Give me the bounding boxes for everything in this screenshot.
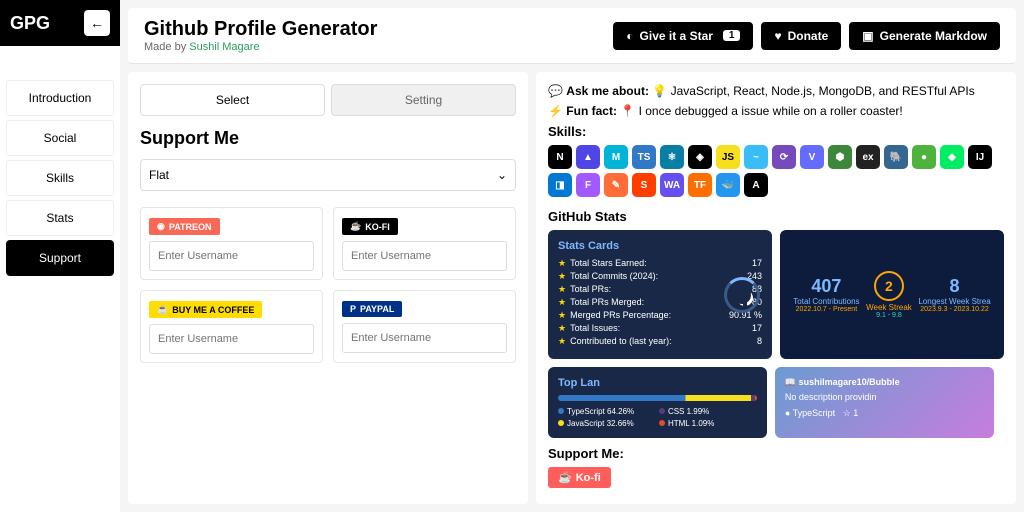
bmc-input[interactable] bbox=[149, 324, 314, 354]
skill-icon: ex bbox=[856, 145, 880, 169]
lang-item: JavaScript 32.66% bbox=[558, 419, 656, 428]
skill-icon: ⟳ bbox=[772, 145, 796, 169]
skill-icon: A bbox=[744, 173, 768, 197]
skill-icon: M bbox=[604, 145, 628, 169]
paypal-input[interactable] bbox=[342, 323, 507, 353]
skill-icon: TS bbox=[632, 145, 656, 169]
skill-icon: V bbox=[800, 145, 824, 169]
skill-icon: ▲ bbox=[576, 145, 600, 169]
repo-card: 📖 sushilmagare10/Bubble No description p… bbox=[775, 367, 994, 438]
top-languages-card: Top Lan TypeScript 64.26%CSS 1.99%JavaSc… bbox=[548, 367, 767, 438]
paypal-badge: P PAYPAL bbox=[342, 301, 402, 317]
kofi-input[interactable] bbox=[342, 241, 507, 271]
skill-icon: ⚛ bbox=[660, 145, 684, 169]
chevron-down-icon: ⌄ bbox=[497, 168, 507, 182]
skill-icon: ◈ bbox=[688, 145, 712, 169]
skill-icon: TF bbox=[688, 173, 712, 197]
star-button[interactable]: ◐ Give it a Star 1 bbox=[613, 22, 753, 50]
skill-icon: ~ bbox=[744, 145, 768, 169]
header: Github Profile Generator Made by Sushil … bbox=[128, 8, 1016, 64]
lang-item: HTML 1.09% bbox=[659, 419, 757, 428]
heart-icon: ♥ bbox=[774, 29, 781, 43]
skill-icon: IJ bbox=[968, 145, 992, 169]
bmc-badge: ☕ BUY ME A COFFEE bbox=[149, 301, 262, 318]
skill-icon: 🐳 bbox=[716, 173, 740, 197]
github-icon: ◐ bbox=[626, 29, 633, 43]
page-subtitle: Made by Sushil Magare bbox=[144, 41, 377, 53]
markdown-icon: ▣ bbox=[862, 29, 873, 43]
github-icon bbox=[737, 290, 753, 306]
skills-grid: N▲MTS⚛◈JS~⟳V⬢ex🐘●◆IJ ◨F✎SWATF🐳A bbox=[548, 145, 1004, 197]
patreon-input[interactable] bbox=[149, 241, 314, 271]
nav-list: Introduction Social Skills Stats Support bbox=[0, 46, 120, 280]
kofi-preview-badge: ☕ Ko-fi bbox=[548, 467, 611, 488]
generate-markdown-button[interactable]: ▣ Generate Markdow bbox=[849, 22, 1000, 50]
paypal-card: P PAYPAL bbox=[333, 290, 516, 363]
stat-line: ★Total Stars Earned:17 bbox=[558, 258, 762, 269]
lang-item: TypeScript 64.26% bbox=[558, 407, 656, 416]
github-stats-heading: GitHub Stats bbox=[548, 209, 1004, 224]
skill-icon: ◆ bbox=[940, 145, 964, 169]
patreon-badge: ◉ PATREON bbox=[149, 218, 220, 235]
skill-icon: S bbox=[632, 173, 656, 197]
skill-icon: ✎ bbox=[604, 173, 628, 197]
tab-select[interactable]: Select bbox=[140, 84, 325, 116]
donate-button[interactable]: ♥ Donate bbox=[761, 22, 841, 50]
streak-card: 407 Total Contributions 2022.10.7 - Pres… bbox=[780, 230, 1004, 359]
tab-setting[interactable]: Setting bbox=[331, 84, 516, 116]
ask-line: 💬 Ask me about: 💡 JavaScript, React, Nod… bbox=[548, 84, 1004, 98]
form-panel: Select Setting Support Me Flat ⌄ ◉ PATRE… bbox=[128, 72, 528, 504]
sidebar-item-skills[interactable]: Skills bbox=[6, 160, 114, 196]
skill-icon: ⬢ bbox=[828, 145, 852, 169]
star-count: 1 bbox=[723, 30, 741, 41]
lang-item: CSS 1.99% bbox=[659, 407, 757, 416]
skills-heading: Skills: bbox=[548, 124, 1004, 139]
kofi-badge: ☕ KO-FI bbox=[342, 218, 398, 235]
preview-panel: 💬 Ask me about: 💡 JavaScript, React, Nod… bbox=[536, 72, 1016, 504]
skill-icon: ● bbox=[912, 145, 936, 169]
patreon-card: ◉ PATREON bbox=[140, 207, 323, 280]
form-section-title: Support Me bbox=[140, 128, 516, 149]
stats-ring-icon bbox=[724, 277, 760, 313]
sidebar-item-support[interactable]: Support bbox=[6, 240, 114, 276]
author-link[interactable]: Sushil Magare bbox=[189, 41, 259, 53]
brand-logo: GPG bbox=[10, 13, 50, 34]
support-me-heading: Support Me: bbox=[548, 446, 1004, 461]
skill-icon: ◨ bbox=[548, 173, 572, 197]
back-button[interactable]: ← bbox=[84, 10, 110, 36]
sidebar-item-introduction[interactable]: Introduction bbox=[6, 80, 114, 116]
stat-line: ★Total Issues:17 bbox=[558, 323, 762, 334]
stats-card: Stats Cards ★Total Stars Earned:17★Total… bbox=[548, 230, 772, 359]
sidebar-item-stats[interactable]: Stats bbox=[6, 200, 114, 236]
flame-icon: 2 bbox=[874, 271, 904, 301]
fun-line: ⚡ Fun fact: 📍 I once debugged a issue wh… bbox=[548, 104, 1004, 118]
skill-icon: WA bbox=[660, 173, 684, 197]
sidebar: GPG ← Introduction Social Skills Stats S… bbox=[0, 0, 120, 512]
lang-bar bbox=[558, 395, 757, 401]
style-select[interactable]: Flat ⌄ bbox=[140, 159, 516, 191]
page-title: Github Profile Generator bbox=[144, 18, 377, 41]
skill-icon: 🐘 bbox=[884, 145, 908, 169]
skill-icon: JS bbox=[716, 145, 740, 169]
kofi-card: ☕ KO-FI bbox=[333, 207, 516, 280]
sidebar-item-social[interactable]: Social bbox=[6, 120, 114, 156]
brand-bar: GPG ← bbox=[0, 0, 120, 46]
skill-icon: N bbox=[548, 145, 572, 169]
bmc-card: ☕ BUY ME A COFFEE bbox=[140, 290, 323, 363]
stat-line: ★Contributed to (last year):8 bbox=[558, 336, 762, 347]
skill-icon: F bbox=[576, 173, 600, 197]
